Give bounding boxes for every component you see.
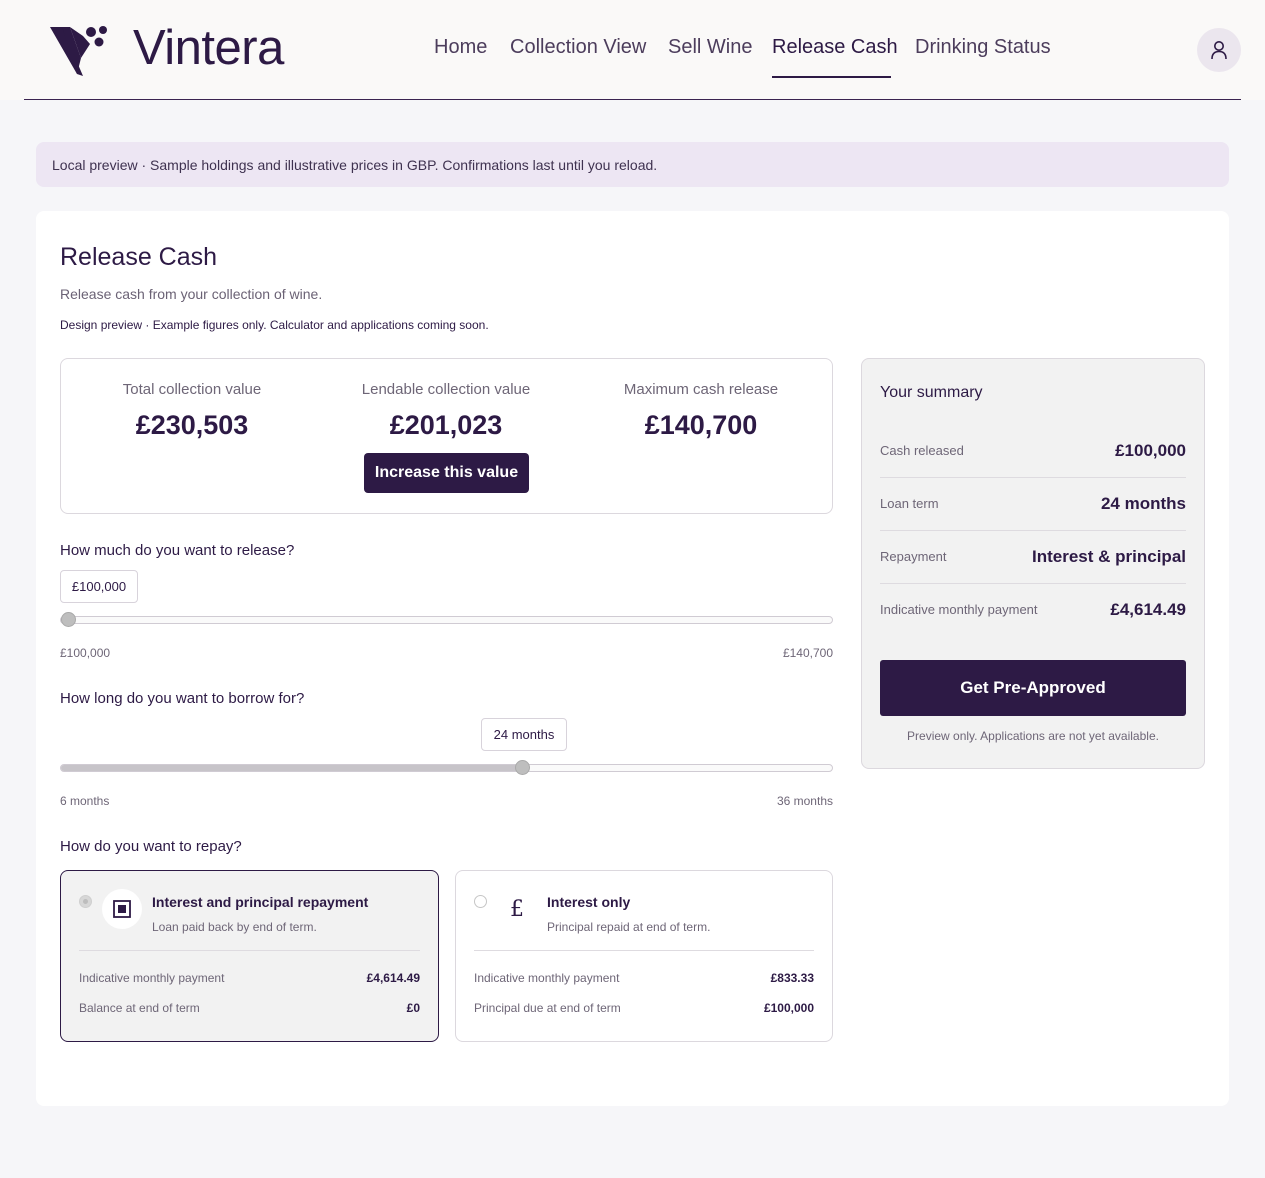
get-pre-approved-button[interactable]: Get Pre-Approved bbox=[880, 660, 1186, 716]
summary-term-value: 24 months bbox=[1100, 494, 1186, 513]
repay-radio-interest-only[interactable] bbox=[474, 895, 487, 908]
nav-drinking-status[interactable]: Drinking Status bbox=[915, 36, 1051, 59]
term-slider-fill bbox=[61, 765, 523, 771]
option-divider bbox=[79, 950, 420, 951]
repay-option-interest-principal[interactable]: Interest and principal repayment Loan pa… bbox=[60, 870, 439, 1042]
summary-cash-label: Cash released bbox=[880, 443, 964, 458]
release-min-label: £100,000 bbox=[60, 646, 111, 660]
repay-question: How do you want to repay? bbox=[60, 838, 242, 855]
repay-option-desc: Principal repaid at end of term. bbox=[547, 920, 711, 934]
brand-name[interactable]: Vintera bbox=[133, 20, 284, 76]
stat-label-total: Total collection value bbox=[122, 381, 262, 398]
release-amount-field[interactable]: £100,000 bbox=[60, 570, 138, 603]
user-icon bbox=[1211, 41, 1227, 60]
active-nav-indicator bbox=[772, 76, 891, 78]
summary-note: Preview only. Applications are not yet a… bbox=[907, 729, 1159, 743]
repay-option-interest-only[interactable]: £ Interest only Principal repaid at end … bbox=[455, 870, 833, 1042]
monthly-payment-value: £833.33 bbox=[770, 971, 814, 985]
header-divider bbox=[24, 99, 1241, 100]
summary-term-label: Loan term bbox=[880, 496, 939, 511]
nav-sell-wine[interactable]: Sell Wine bbox=[668, 36, 752, 59]
page-title: Release Cash bbox=[60, 243, 218, 271]
term-min-label: 6 months bbox=[60, 794, 110, 808]
stat-value-maximum: £140,700 bbox=[644, 410, 758, 440]
nav-release-cash[interactable]: Release Cash bbox=[772, 36, 898, 59]
term-max-label: 36 months bbox=[776, 794, 833, 808]
stat-label-maximum: Maximum cash release bbox=[623, 381, 779, 398]
summary-divider bbox=[880, 583, 1186, 584]
balance-end-label: Balance at end of term bbox=[79, 1001, 200, 1015]
option-divider bbox=[474, 950, 814, 951]
logo-icon[interactable] bbox=[50, 24, 112, 80]
summary-cash-value: £100,000 bbox=[1115, 441, 1186, 460]
design-preview-note: Design preview · Example figures only. C… bbox=[60, 318, 489, 332]
monthly-payment-value: £4,614.49 bbox=[366, 971, 420, 985]
release-slider-thumb[interactable] bbox=[61, 612, 76, 627]
repay-option-title: Interest only bbox=[547, 894, 631, 910]
preview-notice: Local preview · Sample holdings and illu… bbox=[36, 142, 1229, 187]
repay-option-desc: Loan paid back by end of term. bbox=[152, 920, 317, 934]
summary-divider bbox=[880, 477, 1186, 478]
page-subtitle: Release cash from your collection of win… bbox=[60, 286, 323, 302]
summary-repayment-label: Repayment bbox=[880, 549, 947, 564]
increase-value-button[interactable]: Increase this value bbox=[364, 453, 529, 493]
account-button[interactable] bbox=[1197, 28, 1241, 72]
repay-radio-interest-principal[interactable] bbox=[79, 895, 92, 908]
principal-due-label: Principal due at end of term bbox=[474, 1001, 621, 1015]
square-stop-icon bbox=[102, 889, 142, 929]
summary-monthly-label: Indicative monthly payment bbox=[880, 602, 1038, 617]
monthly-payment-label: Indicative monthly payment bbox=[474, 971, 620, 985]
release-question: How much do you want to release? bbox=[60, 542, 295, 559]
term-slider-thumb[interactable] bbox=[515, 760, 530, 775]
nav-home[interactable]: Home bbox=[434, 36, 487, 59]
summary-monthly-value: £4,614.49 bbox=[1110, 600, 1186, 619]
monthly-payment-label: Indicative monthly payment bbox=[79, 971, 225, 985]
stat-value-lendable: £201,023 bbox=[389, 410, 503, 440]
release-slider-track[interactable] bbox=[60, 612, 833, 627]
pound-icon: £ bbox=[510, 896, 524, 922]
stat-label-lendable: Lendable collection value bbox=[361, 381, 531, 398]
principal-due-value: £100,000 bbox=[763, 1001, 814, 1015]
term-question: How long do you want to borrow for? bbox=[60, 690, 305, 707]
release-max-label: £140,700 bbox=[782, 646, 833, 660]
term-value-field[interactable]: 24 months bbox=[481, 718, 567, 751]
summary-repayment-value: Interest & principal bbox=[1032, 547, 1186, 566]
term-slider-track[interactable] bbox=[60, 760, 833, 775]
summary-divider bbox=[880, 530, 1186, 531]
balance-end-value: £0 bbox=[406, 1001, 420, 1015]
stat-value-total: £230,503 bbox=[135, 410, 249, 440]
repay-option-title: Interest and principal repayment bbox=[152, 894, 369, 910]
summary-title: Your summary bbox=[880, 384, 983, 401]
nav-collection-view[interactable]: Collection View bbox=[510, 36, 646, 59]
